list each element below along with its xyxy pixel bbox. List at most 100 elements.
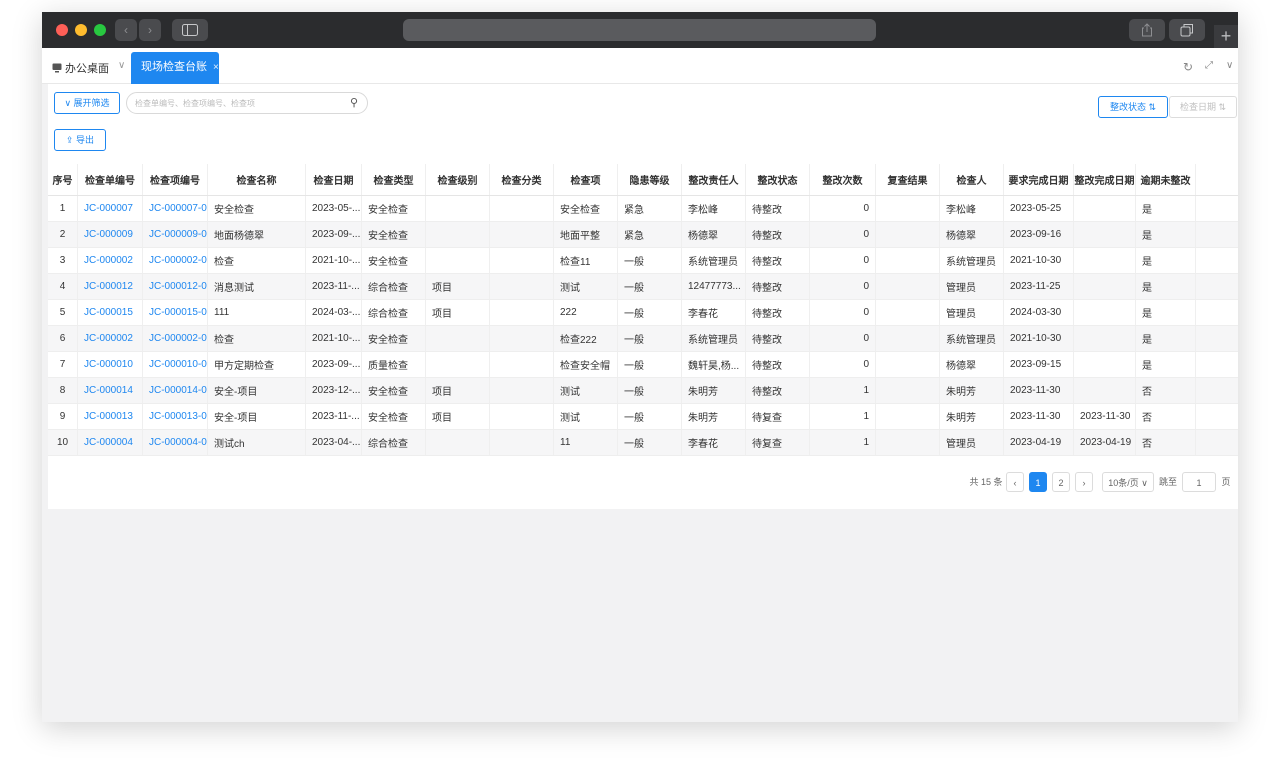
export-label: 导出 [76, 135, 95, 145]
table-row[interactable]: 10 JC-000004 JC-000004-01 测试ch 2023-04-... 综合… [48, 430, 1238, 456]
cell-check-type: 安全检查 [362, 378, 426, 403]
sort-date-label: 检查日期 [1179, 102, 1216, 112]
cell-item-no[interactable]: JC-000002-01 [143, 248, 208, 273]
fullscreen-icon[interactable]: ⤢ [1205, 60, 1213, 71]
tab-menu-chevron-icon[interactable]: ∨ [1226, 60, 1233, 71]
table-row[interactable]: 4 JC-000012 JC-000012-01 消息测试 2023-11-... 综合检… [48, 274, 1238, 300]
column-header-rectify-count: 整改次数 [810, 164, 876, 195]
maximize-window-button[interactable] [94, 24, 106, 36]
cell-item-no[interactable]: JC-000015-01 [143, 300, 208, 325]
share-button[interactable] [1129, 19, 1165, 41]
expand-filter-button[interactable]: ∨ 展开筛选 [54, 92, 120, 114]
cell-check-type: 质量检查 [362, 352, 426, 377]
cell-check-level [426, 196, 490, 221]
cell-check-no[interactable]: JC-000010 [78, 352, 143, 377]
sidebar-toggle-button[interactable] [172, 19, 208, 41]
refresh-icon[interactable]: ↻ [1183, 60, 1193, 74]
cell-rectify-count: 0 [810, 196, 876, 221]
cell-item-no[interactable]: JC-000012-01 [143, 274, 208, 299]
chevron-down-icon[interactable]: ∨ [118, 60, 125, 71]
column-header-index: 序号 [48, 164, 78, 195]
column-header-check-no: 检查单编号 [78, 164, 143, 195]
cell-check-no[interactable]: JC-000007 [78, 196, 143, 221]
cell-index: 5 [48, 300, 78, 325]
cell-overdue: 是 [1136, 196, 1196, 221]
close-window-button[interactable] [56, 24, 68, 36]
column-header-check-name: 检查名称 [208, 164, 306, 195]
cell-check-no[interactable]: JC-000002 [78, 326, 143, 351]
close-icon[interactable]: × [213, 62, 219, 73]
table-row[interactable]: 2 JC-000009 JC-000009-01 地面杨德翠 2023-09-... 安全… [48, 222, 1238, 248]
cell-item-no[interactable]: JC-000014-01 [143, 378, 208, 403]
forward-button[interactable]: › [139, 19, 161, 41]
tab-home[interactable]: 办公桌面 [52, 60, 109, 76]
cell-check-category [490, 404, 554, 429]
table-row[interactable]: 6 JC-000002 JC-000002-02 检查 2021-10-... 安全检查 检… [48, 326, 1238, 352]
cell-check-no[interactable]: JC-000002 [78, 248, 143, 273]
cell-check-no[interactable]: JC-000004 [78, 430, 143, 455]
prev-page-button[interactable]: ‹ [1006, 472, 1024, 492]
cell-rectify-status: 待整改 [746, 378, 810, 403]
cell-recheck-result [876, 430, 940, 455]
sort-by-check-date-button[interactable]: 检查日期 ⇅ [1169, 96, 1237, 118]
page-2-button[interactable]: 2 [1052, 472, 1070, 492]
cell-rectify-owner: 李松峰 [682, 196, 746, 221]
tab-onsite-inspection-ledger[interactable]: 现场检查台账 × [131, 52, 219, 84]
export-button[interactable]: ⇪ 导出 [54, 129, 106, 151]
table-row[interactable]: 9 JC-000013 JC-000013-01 安全-项目 2023-11-... 安全… [48, 404, 1238, 430]
next-page-button[interactable]: › [1075, 472, 1093, 492]
cell-recheck-result [876, 222, 940, 247]
page-1-button[interactable]: 1 [1029, 472, 1047, 492]
cell-check-category [490, 352, 554, 377]
table-row[interactable]: 8 JC-000014 JC-000014-01 安全-项目 2023-12-... 安全… [48, 378, 1238, 404]
cell-check-no[interactable]: JC-000013 [78, 404, 143, 429]
jump-page-input[interactable]: 1 [1182, 472, 1216, 492]
cell-rectify-count: 0 [810, 222, 876, 247]
page-size-value: 10条/页 [1108, 478, 1139, 488]
address-bar[interactable] [403, 19, 876, 41]
cell-rectify-count: 0 [810, 248, 876, 273]
cell-check-level [426, 326, 490, 351]
minimize-window-button[interactable] [75, 24, 87, 36]
cell-check-no[interactable]: JC-000014 [78, 378, 143, 403]
cell-recheck-result [876, 196, 940, 221]
new-tab-button[interactable]: + [1214, 25, 1238, 48]
cell-check-name: 甲方定期检查 [208, 352, 306, 377]
cell-item-no[interactable]: JC-000009-01 [143, 222, 208, 247]
page-size-select[interactable]: 10条/页 ∨ [1102, 472, 1154, 492]
cell-overdue: 否 [1136, 404, 1196, 429]
cell-item-no[interactable]: JC-000007-01 [143, 196, 208, 221]
cell-check-no[interactable]: JC-000009 [78, 222, 143, 247]
back-button[interactable]: ‹ [115, 19, 137, 41]
cell-item-no[interactable]: JC-000004-01 [143, 430, 208, 455]
cell-rectify-status: 待整改 [746, 326, 810, 351]
cell-check-type: 安全检查 [362, 222, 426, 247]
table-row[interactable]: 1 JC-000007 JC-000007-01 安全检查 2023-05-... 安全检… [48, 196, 1238, 222]
cell-hazard-level: 一般 [618, 378, 682, 403]
column-header-recheck-result: 复查结果 [876, 164, 940, 195]
cell-check-no[interactable]: JC-000012 [78, 274, 143, 299]
table-row[interactable]: 7 JC-000010 JC-000010-02 甲方定期检查 2023-09-... 质… [48, 352, 1238, 378]
cell-item-no[interactable]: JC-000013-01 [143, 404, 208, 429]
search-input[interactable] [135, 96, 335, 110]
cell-rectify-owner: 系统管理员 [682, 248, 746, 273]
cell-item-no[interactable]: JC-000010-02 [143, 352, 208, 377]
cell-index: 7 [48, 352, 78, 377]
chevron-right-icon: › [148, 23, 152, 37]
table-row[interactable]: 5 JC-000015 JC-000015-01 111 2024-03-... 综合检查… [48, 300, 1238, 326]
cell-check-no[interactable]: JC-000015 [78, 300, 143, 325]
table-row[interactable]: 3 JC-000002 JC-000002-01 检查 2021-10-... 安全检查 检… [48, 248, 1238, 274]
cell-check-date: 2023-09-... [306, 222, 362, 247]
tab-overview-button[interactable] [1169, 19, 1205, 41]
cell-due-date: 2023-05-25 [1004, 196, 1074, 221]
search-icon[interactable]: ⚲ [350, 96, 358, 109]
cell-check-item: 安全检查 [554, 196, 618, 221]
cell-check-date: 2021-10-... [306, 326, 362, 351]
chevron-left-icon: ‹ [124, 23, 128, 37]
sort-by-rectify-status-button[interactable]: 整改状态 ⇅ [1098, 96, 1168, 118]
cell-hazard-level: 一般 [618, 430, 682, 455]
column-header-item-no: 检查项编号 [143, 164, 208, 195]
cell-item-no[interactable]: JC-000002-02 [143, 326, 208, 351]
cell-rectify-owner: 朱明芳 [682, 404, 746, 429]
cell-check-level [426, 352, 490, 377]
